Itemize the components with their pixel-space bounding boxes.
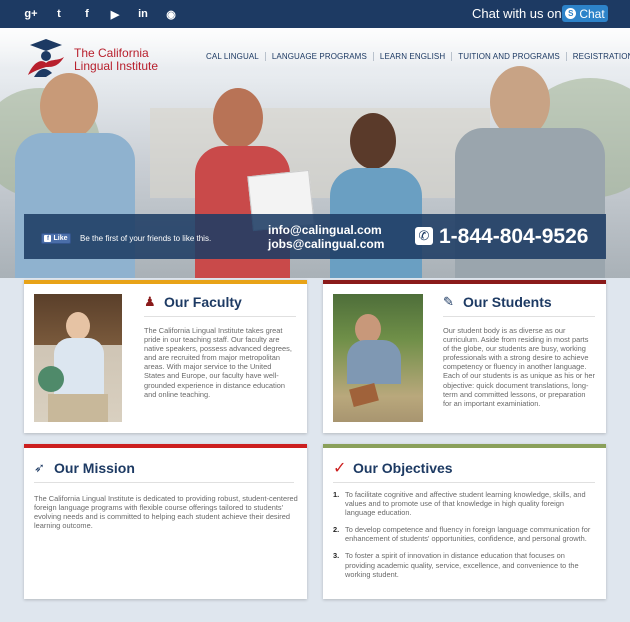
faculty-title: Our Faculty bbox=[164, 294, 242, 310]
mission-card: ➶ Our Mission The California Lingual Ins… bbox=[24, 444, 307, 599]
card-accent-bar bbox=[323, 280, 606, 284]
main-nav: CAL LINGUAL LANGUAGE PROGRAMS LEARN ENGL… bbox=[200, 52, 630, 61]
objective-text: To foster a spirit of innovation in dist… bbox=[345, 551, 579, 579]
card-accent-bar bbox=[24, 280, 307, 284]
faculty-text: The California Lingual Institute takes g… bbox=[144, 326, 292, 399]
card-divider bbox=[443, 316, 595, 317]
student-photo bbox=[333, 294, 423, 422]
contact-band: f Like Be the first of your friends to li… bbox=[24, 214, 606, 259]
logo-text-line1: The California bbox=[74, 46, 149, 60]
list-number: 3. bbox=[333, 551, 340, 561]
card-divider bbox=[34, 482, 294, 483]
card-accent-bar bbox=[323, 444, 606, 448]
linkedin-icon[interactable]: in bbox=[136, 8, 150, 20]
list-number: 2. bbox=[333, 525, 340, 535]
faculty-photo bbox=[34, 294, 122, 422]
twitter-icon[interactable]: t bbox=[52, 8, 66, 20]
phone-number[interactable]: 1-844-804-9526 bbox=[439, 225, 588, 249]
objectives-list: 1. To facilitate cognitive and affective … bbox=[333, 490, 595, 587]
facebook-icon: f bbox=[44, 235, 52, 242]
rss-icon[interactable]: ◉ bbox=[164, 8, 178, 21]
list-item: 2. To develop competence and fluency in f… bbox=[333, 525, 595, 543]
info-email-link[interactable]: info@calingual.com bbox=[268, 223, 384, 237]
social-links: g+ t f ▶ in ◉ bbox=[24, 0, 178, 28]
facebook-like-button[interactable]: f Like bbox=[41, 233, 71, 244]
jobs-email-link[interactable]: jobs@calingual.com bbox=[268, 237, 384, 251]
site-logo[interactable]: The California Lingual Institute bbox=[24, 37, 174, 81]
pen-icon: ✎ bbox=[443, 294, 454, 309]
card-divider bbox=[144, 316, 296, 317]
skype-chat-button[interactable]: S Chat bbox=[562, 5, 608, 22]
like-prompt: Be the first of your friends to like thi… bbox=[80, 234, 212, 243]
objective-text: To develop competence and fluency in for… bbox=[345, 525, 591, 544]
objectives-card: ✓ Our Objectives 1. To facilitate cogniti… bbox=[323, 444, 606, 599]
nav-registration[interactable]: REGISTRATION bbox=[565, 52, 630, 61]
google-plus-icon[interactable]: g+ bbox=[24, 8, 38, 20]
skype-icon: S bbox=[565, 8, 577, 19]
top-bar: g+ t f ▶ in ◉ Chat with us on S Chat bbox=[0, 0, 630, 28]
rocket-icon: ➶ bbox=[34, 460, 45, 475]
youtube-icon[interactable]: ▶ bbox=[108, 8, 122, 21]
nav-learn-english[interactable]: LEARN ENGLISH bbox=[372, 52, 451, 61]
facebook-icon[interactable]: f bbox=[80, 8, 94, 20]
students-card: ✎ Our Students Our student body is as di… bbox=[323, 280, 606, 433]
nav-tuition-programs[interactable]: TUITION AND PROGRAMS bbox=[451, 52, 566, 61]
checkmark-icon: ✓ bbox=[333, 460, 347, 477]
logo-text-line2: Lingual Institute bbox=[74, 59, 159, 73]
chat-label: Chat with us on bbox=[472, 6, 562, 21]
graduate-logo-icon bbox=[28, 39, 64, 77]
students-title: Our Students bbox=[463, 294, 552, 310]
phone-icon: ✆ bbox=[415, 227, 433, 245]
card-accent-bar bbox=[24, 444, 307, 448]
nav-cal-lingual[interactable]: CAL LINGUAL bbox=[200, 52, 265, 61]
faculty-icon: ♟ bbox=[144, 294, 156, 309]
faculty-card: ♟ Our Faculty The California Lingual Ins… bbox=[24, 280, 307, 433]
card-divider bbox=[333, 482, 595, 483]
email-block: info@calingual.com jobs@calingual.com bbox=[268, 223, 384, 251]
like-label: Like bbox=[53, 235, 68, 242]
mission-title: Our Mission bbox=[54, 460, 135, 476]
list-number: 1. bbox=[333, 490, 340, 499]
objective-text: To facilitate cognitive and affective st… bbox=[345, 490, 586, 518]
mission-text: The California Lingual Institute is dedi… bbox=[34, 494, 298, 531]
list-item: 1. To facilitate cognitive and affective … bbox=[333, 490, 595, 517]
list-item: 3. To foster a spirit of innovation in di… bbox=[333, 551, 595, 578]
students-text: Our student body is as diverse as our cu… bbox=[443, 326, 596, 408]
objectives-title: Our Objectives bbox=[353, 460, 453, 476]
nav-language-programs[interactable]: LANGUAGE PROGRAMS bbox=[264, 52, 373, 61]
chat-button-label: Chat bbox=[579, 6, 605, 21]
